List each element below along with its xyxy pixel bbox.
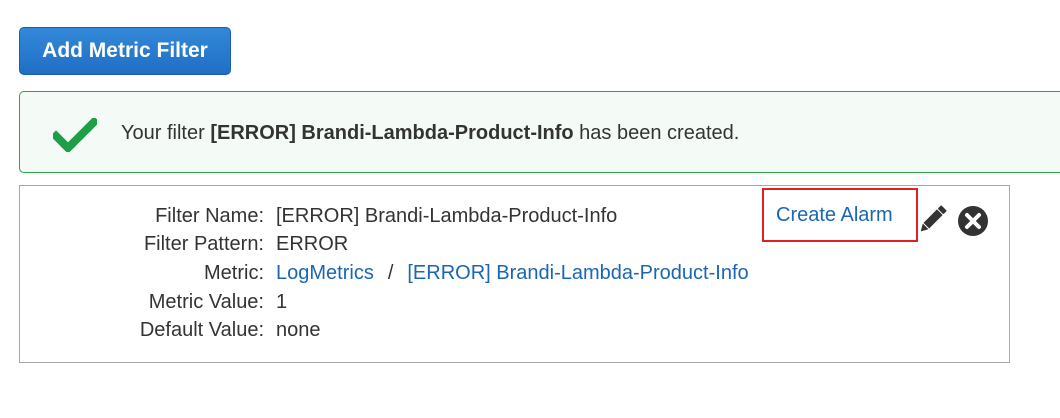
default-value-label: Default Value: [139,319,264,341]
close-circle-icon[interactable] [957,205,989,237]
metric-namespace-link[interactable]: LogMetrics [276,262,374,284]
filter-pattern-label: Filter Pattern: [143,233,264,255]
metric-value: 1 [276,291,288,313]
filter-pattern-value: ERROR [276,233,349,255]
success-banner: Your filter [ERROR] Brandi-Lambda-Produc… [19,91,1060,173]
success-message: Your filter [ERROR] Brandi-Lambda-Produc… [121,122,740,144]
check-icon [53,118,97,152]
metric-value-label: Metric Value: [148,291,264,313]
filter-name-value: [ERROR] Brandi-Lambda-Product-Info [276,205,618,227]
metric-label: Metric: [204,262,264,284]
create-alarm-link[interactable]: Create Alarm [776,204,893,227]
metric-separator: / [387,262,394,284]
add-metric-filter-button[interactable]: Add Metric Filter [19,27,231,75]
created-filter-name: [ERROR] Brandi-Lambda-Product-Info [210,122,574,144]
metric-name-link[interactable]: [ERROR] Brandi-Lambda-Product-Info [407,262,748,284]
filter-details-panel: Filter Name: [ERROR] Brandi-Lambda-Produ… [19,185,1010,363]
default-value: none [276,319,321,341]
pencil-icon[interactable] [917,203,947,237]
filter-name-label: Filter Name: [155,205,264,227]
